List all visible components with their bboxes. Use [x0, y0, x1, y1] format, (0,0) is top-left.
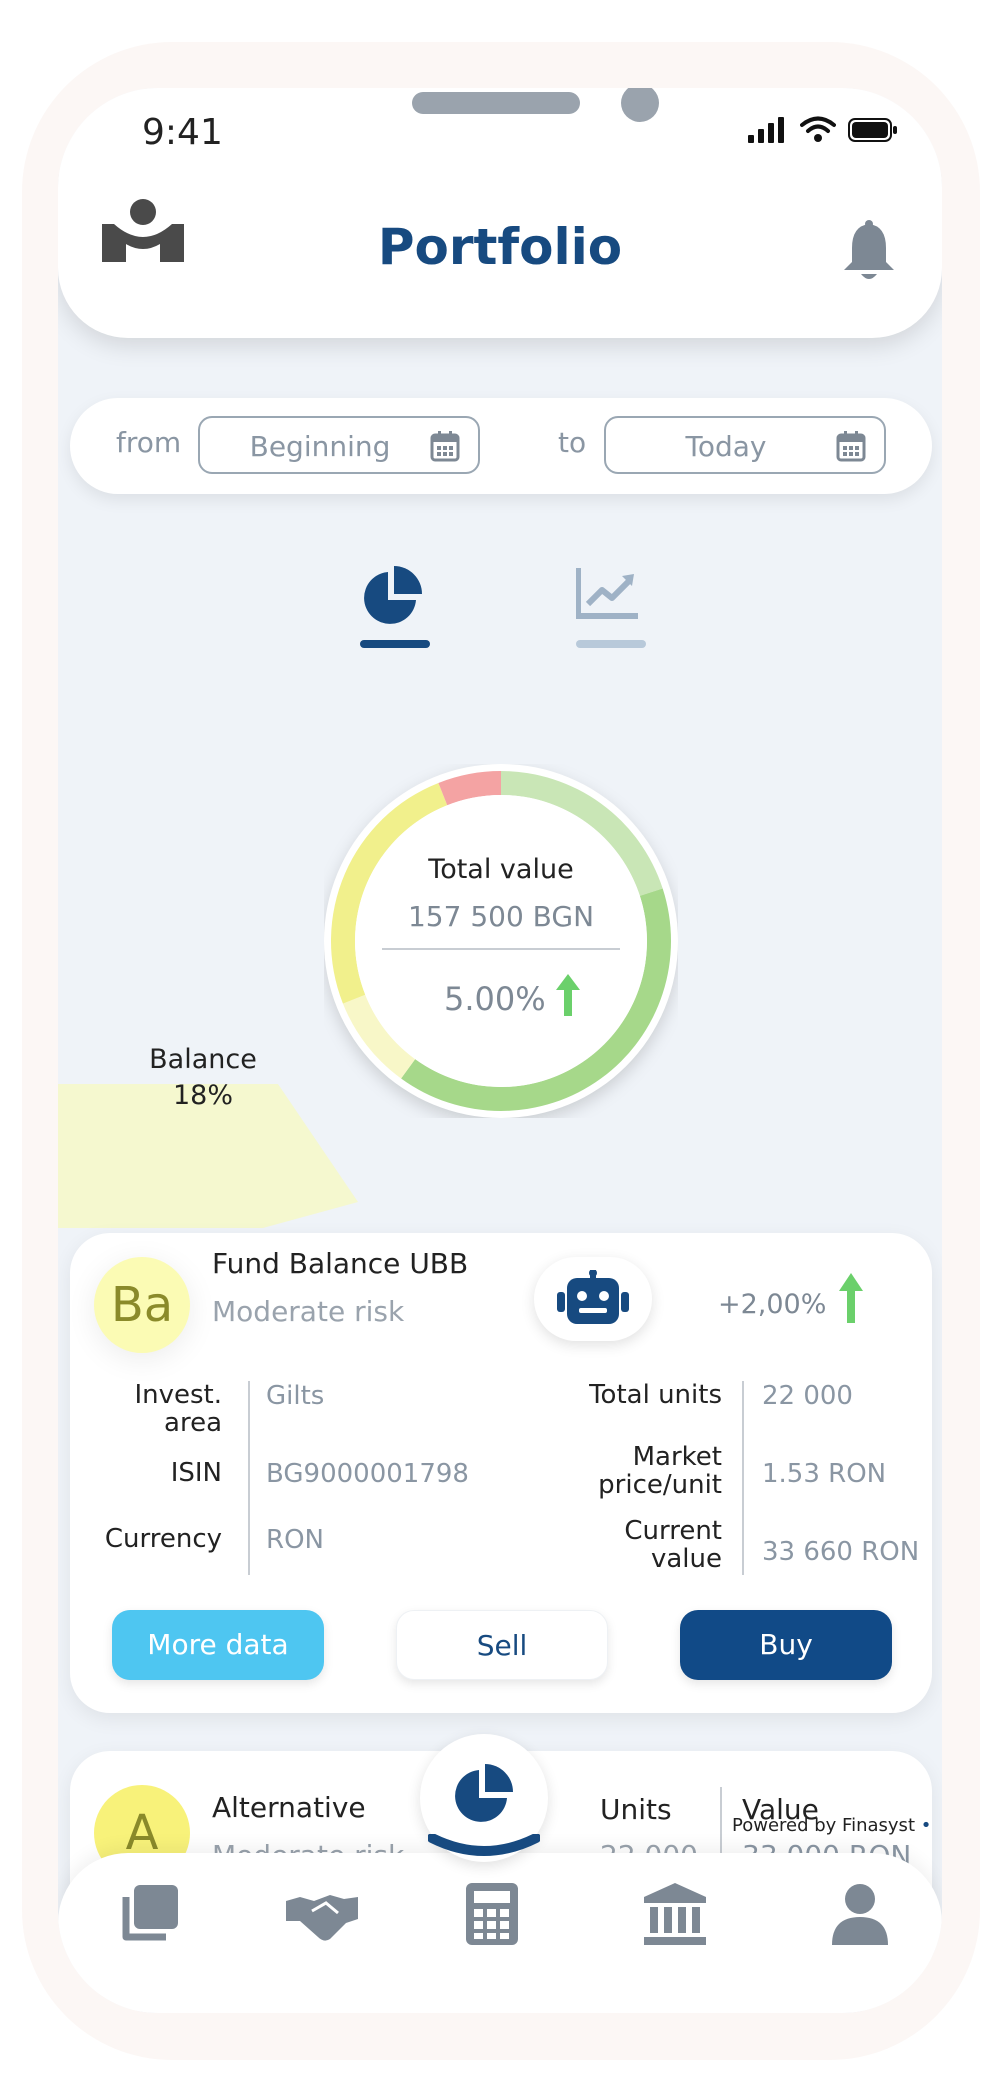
bank-icon[interactable] — [644, 1883, 706, 1945]
to-label: to — [558, 426, 587, 459]
detail-divider — [742, 1381, 744, 1575]
screen: 9:41 Portfolio from Beginning to Today T… — [58, 88, 942, 2013]
robo-advisor-button[interactable] — [534, 1257, 652, 1341]
sell-button[interactable]: Sell — [396, 1610, 608, 1680]
more-data-button[interactable]: More data — [112, 1610, 324, 1680]
fund-name: Fund Balance UBB — [212, 1247, 469, 1280]
calendar-icon — [430, 431, 460, 462]
speaker-notch — [412, 92, 580, 114]
from-label: from — [116, 426, 182, 459]
total-change: 5.00% — [444, 974, 580, 1018]
app-header: 9:41 Portfolio — [58, 88, 942, 338]
total-value-amount: 157 500 BGN — [407, 900, 595, 933]
from-date-field[interactable]: Beginning — [198, 416, 480, 474]
pie-chart-icon — [455, 1764, 513, 1822]
detail-label-currency: Currency — [104, 1524, 222, 1554]
status-icons — [748, 116, 898, 144]
camera-dot — [621, 88, 659, 122]
status-time: 9:41 — [142, 112, 223, 153]
total-value-label: Total value — [428, 854, 574, 885]
powered-by: Powered by Finasyst • — [732, 1815, 932, 1836]
battery-icon — [848, 118, 897, 142]
arrow-up-icon — [839, 1273, 863, 1323]
date-filter-bar: from Beginning to Today — [70, 398, 932, 494]
tab-inactive-underline — [576, 640, 646, 648]
units-label: Units — [600, 1793, 672, 1826]
to-date-field[interactable]: Today — [604, 416, 886, 474]
to-date-value: Today — [685, 430, 767, 463]
wifi-icon — [800, 116, 836, 142]
portfolio-fab-button[interactable] — [420, 1734, 548, 1862]
fund-risk: Moderate risk — [212, 1295, 405, 1328]
from-date-value: Beginning — [249, 430, 391, 463]
detail-value-invest-area: Gilts — [266, 1381, 325, 1411]
detail-label-current-value: Current value — [624, 1516, 722, 1574]
fund-avatar: Ba — [94, 1257, 190, 1353]
detail-label-total-units: Total units — [589, 1380, 722, 1410]
total-divider — [382, 948, 620, 950]
portfolio-donut-chart — [324, 764, 678, 1118]
bottom-nav — [58, 1853, 942, 2013]
handshake-icon[interactable] — [286, 1891, 358, 1943]
detail-value-total-units: 22 000 — [762, 1381, 853, 1411]
pie-chart-icon[interactable] — [360, 566, 424, 628]
fund-performance: +2,00% — [718, 1273, 863, 1323]
fund-name: Alternative — [212, 1791, 366, 1824]
donut-svg — [324, 764, 678, 1118]
buy-button[interactable]: Buy — [680, 1610, 892, 1680]
line-chart-icon[interactable] — [576, 566, 640, 622]
detail-label-isin: ISIN — [170, 1458, 222, 1488]
calendar-icon — [836, 431, 866, 462]
page-title: Portfolio — [377, 218, 623, 276]
detail-label-market-price: Market price/unit — [598, 1442, 722, 1500]
balance-callout-value: 18% — [172, 1080, 233, 1111]
copy-icon[interactable] — [118, 1883, 180, 1945]
total-change-value: 5.00% — [444, 980, 546, 1018]
calculator-icon[interactable] — [466, 1883, 518, 1945]
detail-divider — [248, 1381, 250, 1575]
signal-icon — [748, 117, 784, 143]
detail-label-invest-area: Invest. area — [134, 1380, 222, 1438]
detail-value-currency: RON — [266, 1525, 324, 1555]
fab-underline-arc — [428, 1834, 540, 1856]
robot-icon — [557, 1270, 629, 1324]
arrow-up-icon — [555, 974, 580, 1016]
detail-value-current-value: 33 660 RON — [762, 1537, 920, 1567]
balance-callout: Balance 18% — [138, 1042, 268, 1114]
user-icon[interactable] — [832, 1883, 888, 1945]
balance-callout-label: Balance — [149, 1044, 257, 1075]
detail-value-isin: BG9000001798 — [266, 1459, 469, 1489]
powered-by-text: Powered by Finasyst — [732, 1815, 915, 1836]
fund-card: Ba Fund Balance UBB Moderate risk +2,00%… — [70, 1233, 932, 1713]
fund-performance-value: +2,00% — [718, 1289, 827, 1320]
bell-icon[interactable] — [840, 220, 898, 282]
detail-value-market-price: 1.53 RON — [762, 1459, 887, 1489]
tab-active-underline — [360, 640, 430, 648]
